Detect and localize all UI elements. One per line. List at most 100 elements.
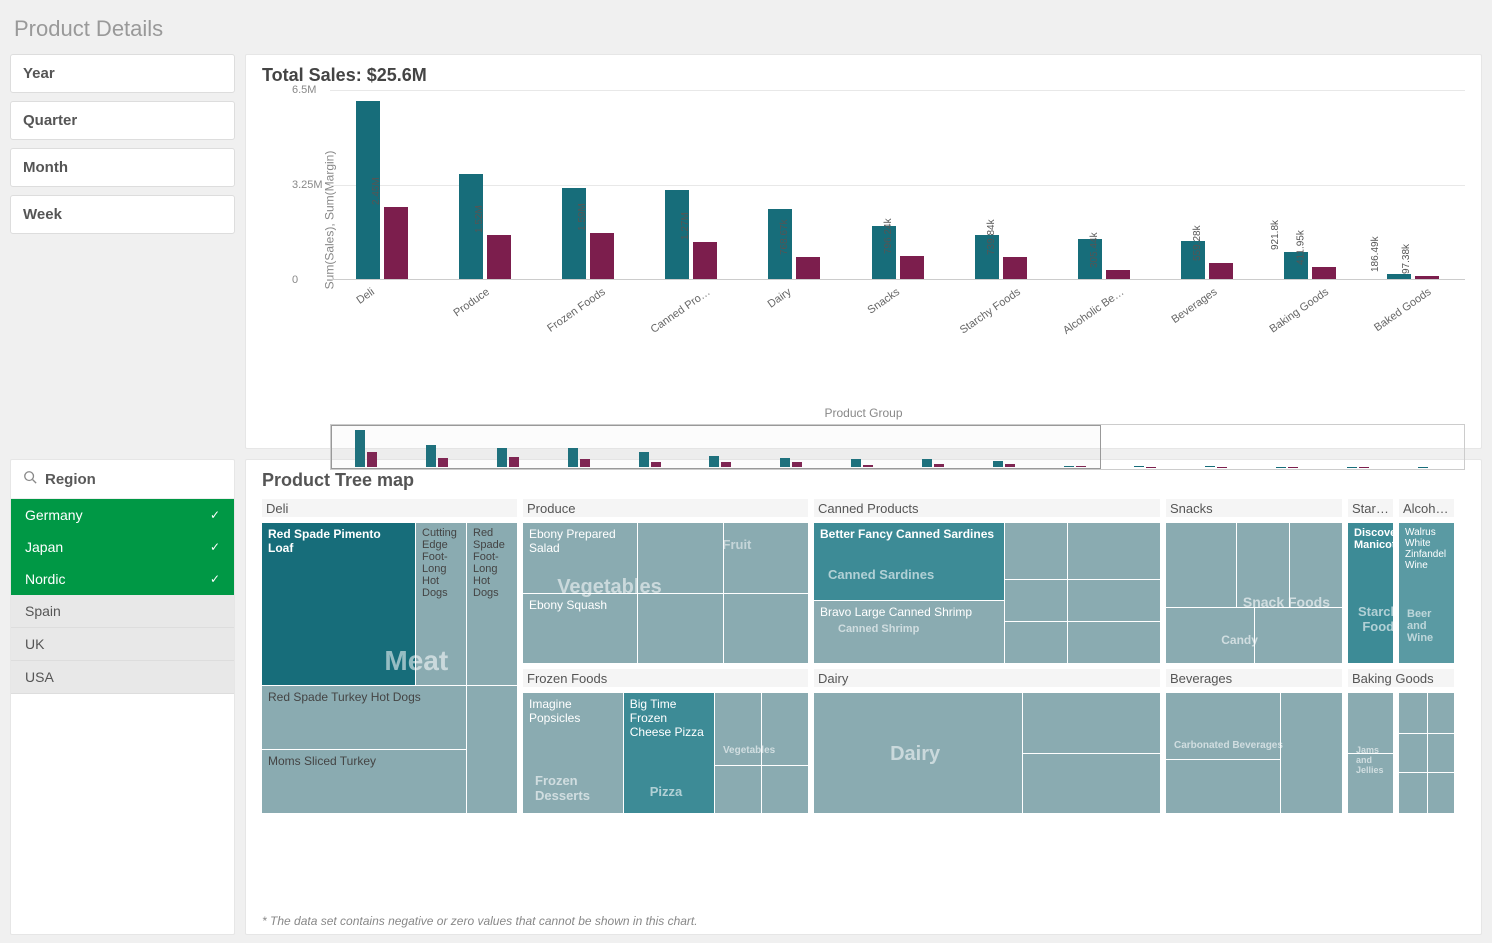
tm-baked[interactable] (1399, 693, 1454, 813)
bar-value-label: 1.31M (1168, 247, 1179, 275)
region-filter: Region Germany✓Japan✓Nordic✓SpainUKUSA (10, 459, 235, 935)
time-filters: Year Quarter Month Week (10, 54, 235, 449)
sales-bar[interactable]: 3.12M (562, 188, 586, 279)
tm-header-deli[interactable]: Deli (262, 499, 517, 517)
x-tick-label: Baked Goods (1372, 286, 1433, 334)
region-item-germany[interactable]: Germany✓ (11, 499, 234, 531)
bar-value-label: 3.12M (549, 247, 560, 275)
bar-value-label: 186.49k (1371, 236, 1382, 272)
margin-bar[interactable] (1312, 267, 1336, 279)
y-tick: 0 (292, 274, 298, 286)
bar-value-label: 3.58M (446, 247, 457, 275)
minimap-selection[interactable] (331, 425, 1101, 469)
tm-header-canned[interactable]: Canned Products (814, 499, 1160, 517)
bar-value-label: 6.08M (343, 247, 354, 275)
bar-value-label: 559.28k (1192, 225, 1203, 261)
x-tick-label: Produce (451, 286, 491, 319)
margin-bar[interactable] (900, 256, 924, 279)
bar-group[interactable]: 6.08M 2.45M (330, 90, 433, 279)
tm-header-frozen[interactable]: Frozen Foods (523, 669, 808, 687)
bar-group[interactable]: 3.06M 1.27M (640, 90, 743, 279)
x-tick-label: Alcoholic Be… (1060, 286, 1125, 337)
tm-frozen[interactable]: Imagine Popsicles Frozen Desserts Big Ti… (523, 693, 808, 813)
tm-deli[interactable]: Red Spade Pimento Loaf Cutting Edge Foot… (262, 523, 517, 813)
bar-value-label: 3.06M (652, 247, 663, 275)
region-item-usa[interactable]: USA (11, 661, 234, 694)
tm-canned[interactable]: Better Fancy Canned Sardines Canned Sard… (814, 523, 1160, 663)
tm-header-snacks[interactable]: Snacks (1166, 499, 1342, 517)
check-icon: ✓ (210, 572, 220, 586)
chart-footnote: * The data set contains negative or zero… (262, 914, 1465, 928)
bar-value-label: 796.24k (883, 218, 894, 254)
tm-header-beverages[interactable]: Beverages (1166, 669, 1342, 687)
margin-bar[interactable] (487, 235, 511, 279)
filter-quarter[interactable]: Quarter (10, 101, 235, 140)
x-tick-label: Deli (355, 286, 377, 307)
margin-bar[interactable] (1415, 276, 1439, 279)
x-tick-label: Beverages (1170, 286, 1220, 326)
bar-value-label: 1.8M (861, 253, 872, 275)
bar-group[interactable]: 1.31M 559.28k (1156, 90, 1259, 279)
x-tick-label: Snacks (865, 286, 901, 317)
tm-beverages[interactable]: Carbonated Beverages (1166, 693, 1342, 813)
bar-value-label: 1.27M (680, 212, 691, 240)
total-sales-chart: Total Sales: $25.6M Sum(Sales), Sum(Marg… (245, 54, 1482, 449)
bar-group[interactable]: 186.49k 97.38k (1362, 90, 1465, 279)
region-item-spain[interactable]: Spain (11, 595, 234, 628)
sales-bar[interactable] (1387, 274, 1411, 279)
chart-title: Total Sales: $25.6M (262, 65, 1465, 86)
bar-value-label: 1.52M (962, 247, 973, 275)
search-icon (23, 470, 37, 488)
chart-minimap[interactable] (330, 424, 1465, 470)
tm-header-baking[interactable]: Baking Goods (1348, 669, 1454, 687)
bar-value-label: 1.36M (1065, 247, 1076, 275)
y-tick: 6.5M (292, 84, 316, 96)
tm-produce[interactable]: Ebony Prepared Salad Ebony Squash Vegeta… (523, 523, 808, 663)
bar-group[interactable]: 3.12M1.59M (536, 90, 639, 279)
tm-alcoholic[interactable]: Walrus White Zinfandel Wine Beer and Win… (1399, 523, 1454, 663)
y-tick: 3.25M (292, 179, 323, 191)
x-tick-label: Frozen Foods (546, 286, 608, 335)
bar-group[interactable]: 3.58M1.52M (433, 90, 536, 279)
margin-bar[interactable] (796, 257, 820, 279)
bar-group[interactable]: 921.8k411.95k (1259, 90, 1362, 279)
bar-value-label: 2.45M (371, 178, 382, 206)
margin-bar[interactable] (384, 207, 408, 279)
tm-header-starchy[interactable]: Starchy Fo… (1348, 499, 1393, 517)
bar-value-label: 768.67k (780, 219, 791, 255)
bar-value-label: 97.38k (1401, 244, 1412, 274)
region-item-nordic[interactable]: Nordic✓ (11, 563, 234, 595)
filter-year[interactable]: Year (10, 54, 235, 93)
bar-value-label: 921.8k (1270, 220, 1281, 250)
bar-group[interactable]: 1.36M305.44k (1052, 90, 1155, 279)
margin-bar[interactable] (693, 242, 717, 279)
margin-bar[interactable] (1209, 263, 1233, 279)
bar-value-label: 739.84k (986, 220, 997, 256)
filter-month[interactable]: Month (10, 148, 235, 187)
bar-group[interactable]: 1.52M 739.84k (949, 90, 1052, 279)
region-header[interactable]: Region (11, 460, 234, 499)
tm-dairy[interactable]: Dairy (814, 693, 1160, 813)
margin-bar[interactable] (1003, 257, 1027, 279)
tm-header-dairy[interactable]: Dairy (814, 669, 1160, 687)
filter-week[interactable]: Week (10, 195, 235, 234)
region-list: Germany✓Japan✓Nordic✓SpainUKUSA (11, 499, 234, 934)
treemap-title: Product Tree map (262, 470, 1465, 491)
x-tick-label: Baking Goods (1268, 286, 1331, 335)
bar-value-label: 2.39M (755, 247, 766, 275)
tm-header-alcoholic[interactable]: Alcoholic… (1399, 499, 1454, 517)
tm-snacks[interactable]: Snack Foods Candy (1166, 523, 1342, 663)
bar-group[interactable]: 1.8M 796.24k (846, 90, 949, 279)
region-item-japan[interactable]: Japan✓ (11, 531, 234, 563)
bar-group[interactable]: 2.39M 768.67k (743, 90, 846, 279)
x-tick-label: Starchy Foods (957, 286, 1022, 337)
tm-starchy[interactable]: Discover Manicotti Starchy Foods (1348, 523, 1393, 663)
tm-baking[interactable]: Jams and Jellies (1348, 693, 1393, 813)
margin-bar[interactable] (1106, 270, 1130, 279)
margin-bar[interactable] (590, 233, 614, 279)
bar-plot-area[interactable]: 6.08M2.45M3.58M1.52M3.12M1.59M3.06M1.27M… (330, 90, 1465, 280)
product-treemap-panel: Product Tree map Deli Produce Canned Pro… (245, 459, 1482, 935)
region-item-uk[interactable]: UK (11, 628, 234, 661)
check-icon: ✓ (210, 508, 220, 522)
tm-header-produce[interactable]: Produce (523, 499, 808, 517)
